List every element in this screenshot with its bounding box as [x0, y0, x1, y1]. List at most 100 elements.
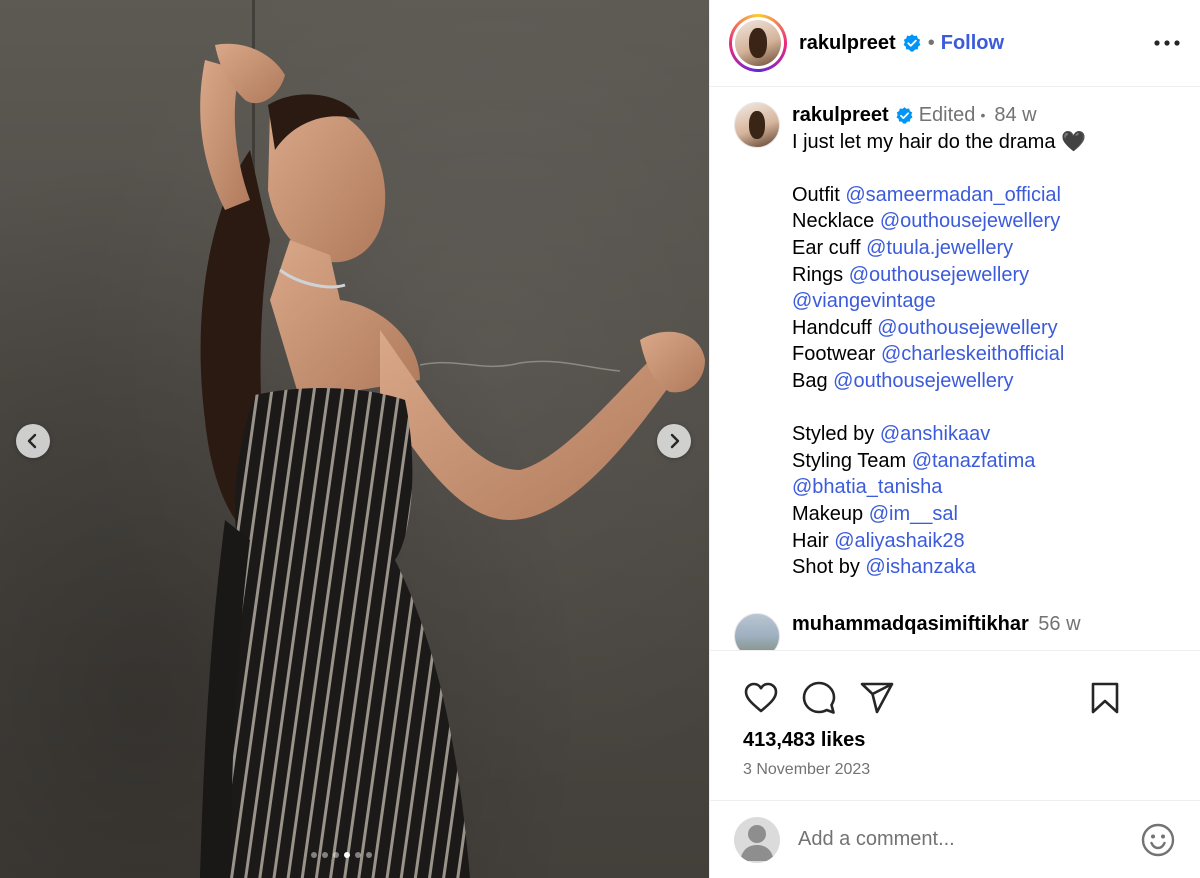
verified-badge-icon	[902, 33, 922, 53]
comment-body: muhammadqasimiftikhar 56 w	[792, 613, 1081, 650]
avatar-ring-inner	[732, 17, 784, 69]
caption-line	[792, 395, 1086, 422]
mention-link[interactable]: @tanazfatima	[912, 450, 1036, 472]
wall-crack	[420, 360, 620, 372]
mention-link[interactable]: @charleskeithofficial	[881, 343, 1064, 365]
caption-text-segment: Bag	[792, 369, 834, 392]
caption-meta: rakulpreet Edited • 84 w	[792, 102, 1086, 129]
more-options-icon	[1154, 40, 1180, 46]
caption-text-segment: Rings	[792, 263, 849, 286]
emoji-icon	[1141, 823, 1175, 856]
comment-item: muhammadqasimiftikhar 56 w	[734, 612, 1200, 650]
default-user-icon	[740, 824, 774, 861]
comments-section[interactable]: rakulpreet Edited • 84 w I just let my h…	[710, 88, 1200, 650]
like-button[interactable]	[743, 680, 779, 716]
caption-text-segment: Shot by	[792, 556, 866, 579]
post-media[interactable]	[0, 0, 709, 878]
caption-line: Footwear @charleskeithofficial	[792, 341, 1086, 368]
caption-text: I just let my hair do the drama 🖤 Outfit …	[792, 129, 1086, 581]
caption-body: rakulpreet Edited • 84 w I just let my h…	[792, 102, 1086, 581]
caption-separator: •	[980, 107, 986, 123]
caption-username[interactable]: rakulpreet	[792, 102, 889, 129]
mention-link[interactable]: @ishanzaka	[865, 556, 975, 578]
caption-line: Outfit @sameermadan_official	[792, 182, 1086, 209]
carousel-dot	[366, 852, 372, 858]
caption-line: Handcuff @outhousejewellery	[792, 315, 1086, 342]
mention-link[interactable]: @sameermadan_official	[845, 184, 1061, 206]
carousel-prev-button[interactable]	[16, 424, 50, 458]
bookmark-icon	[1091, 682, 1119, 714]
caption-time[interactable]: 84 w	[994, 102, 1036, 129]
action-bar	[710, 651, 1200, 723]
comment-time[interactable]: 56 w	[1038, 613, 1080, 635]
carousel-dot	[311, 852, 317, 858]
verified-badge-icon	[895, 106, 914, 125]
mention-link[interactable]: @tuula.jewellery	[866, 237, 1013, 259]
carousel-dot	[333, 852, 339, 858]
caption-edited: Edited	[918, 104, 976, 126]
caption-text-segment: Styling Team	[792, 449, 912, 472]
mention-link[interactable]: @im__sal	[869, 503, 958, 525]
mention-link[interactable]: @outhousejewellery	[849, 264, 1029, 286]
likes-count[interactable]: 413,483 likes	[710, 729, 1200, 752]
share-button[interactable]	[859, 680, 895, 716]
caption-line: Styling Team @tanazfatima	[792, 448, 1086, 475]
instagram-post: rakulpreet • Follow rakulpreet Edited • …	[0, 0, 1200, 878]
carousel-dot	[322, 852, 328, 858]
carousel-dot	[344, 852, 350, 858]
caption-text-segment: Hair	[792, 529, 835, 552]
mention-link[interactable]: @viangevintage	[792, 290, 936, 312]
profile-avatar-ring[interactable]	[729, 14, 787, 72]
caption-text-segment: I just let my hair do the drama 🖤	[792, 130, 1086, 153]
avatar	[735, 20, 781, 66]
caption-text-segment: Makeup	[792, 502, 869, 525]
caption-avatar[interactable]	[734, 102, 780, 148]
caption-text-segment: Styled by	[792, 423, 880, 446]
mention-link[interactable]: @outhousejewellery	[833, 370, 1013, 392]
save-button[interactable]	[1087, 680, 1123, 716]
follow-button[interactable]: Follow	[941, 32, 1004, 55]
post-photo-figure	[200, 43, 705, 878]
caption: rakulpreet Edited • 84 w I just let my h…	[734, 102, 1200, 581]
chevron-right-icon	[670, 433, 680, 449]
current-user-avatar	[734, 816, 780, 863]
caption-line: @viangevintage	[792, 288, 1086, 315]
caption-text-segment: Outfit	[792, 183, 846, 206]
mention-link[interactable]: @outhousejewellery	[880, 210, 1060, 232]
comment-button[interactable]	[801, 680, 837, 716]
header-username[interactable]: rakulpreet	[799, 32, 896, 55]
caption-line: Necklace @outhousejewellery	[792, 208, 1086, 235]
caption-line	[792, 155, 1086, 182]
caption-line: I just let my hair do the drama 🖤	[792, 129, 1086, 156]
add-comment-bar	[710, 800, 1200, 878]
caption-text-segment: Ear cuff	[792, 236, 867, 259]
caption-line: @bhatia_tanisha	[792, 474, 1086, 501]
mention-link[interactable]: @anshikaav	[880, 423, 990, 445]
chevron-left-icon	[27, 433, 37, 449]
caption-text-segment: Footwear	[792, 343, 881, 366]
caption-line: Ear cuff @tuula.jewellery	[792, 235, 1086, 262]
post-side-panel: rakulpreet • Follow rakulpreet Edited • …	[709, 0, 1200, 878]
caption-line: Hair @aliyashaik28	[792, 528, 1086, 555]
header-separator: •	[927, 31, 935, 54]
heart-icon	[744, 682, 778, 713]
comment-icon	[802, 681, 836, 714]
mention-link[interactable]: @outhousejewellery	[877, 317, 1057, 339]
post-date[interactable]: 3 November 2023	[710, 761, 1200, 779]
carousel-next-button[interactable]	[657, 424, 691, 458]
caption-line: Makeup @im__sal	[792, 501, 1086, 528]
post-header: rakulpreet • Follow	[710, 0, 1200, 87]
caption-text-segment: Handcuff	[792, 316, 878, 339]
carousel-indicator	[311, 852, 372, 858]
post-actions: 413,483 likes 3 November 2023	[710, 650, 1200, 800]
mention-link[interactable]: @bhatia_tanisha	[792, 476, 942, 498]
comment-username[interactable]: muhammadqasimiftikhar	[792, 613, 1029, 635]
more-options-button[interactable]	[1153, 29, 1181, 57]
comment-input[interactable]	[798, 828, 1118, 851]
emoji-button[interactable]	[1140, 822, 1176, 858]
share-icon	[860, 682, 894, 714]
caption-line: Rings @outhousejewellery	[792, 262, 1086, 289]
mention-link[interactable]: @aliyashaik28	[834, 530, 964, 552]
commenter-avatar[interactable]	[734, 612, 780, 650]
caption-text-segment: Necklace	[792, 210, 880, 233]
